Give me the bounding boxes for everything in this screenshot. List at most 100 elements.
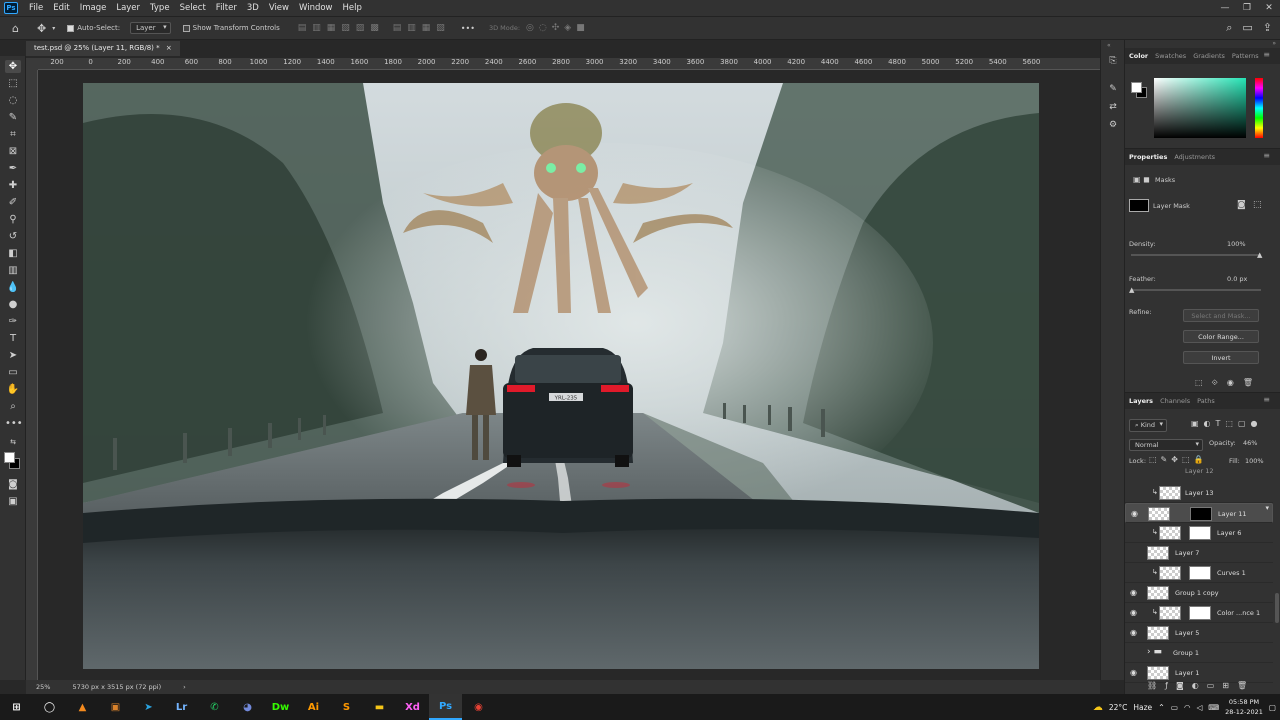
menu-view[interactable]: View — [264, 3, 294, 13]
tab-color[interactable]: Color — [1129, 52, 1148, 60]
chrome-icon[interactable]: ◉ — [462, 694, 495, 720]
file-explorer-icon[interactable]: ▬ — [363, 694, 396, 720]
more-options-button[interactable]: ••• — [461, 24, 475, 33]
foreground-color-swatch[interactable] — [4, 452, 15, 463]
layer-filter-icons[interactable]: ▣◐T⬚▢● — [1191, 419, 1263, 428]
menu-image[interactable]: Image — [75, 3, 112, 13]
layer-mask-thumbnail[interactable] — [1190, 507, 1212, 521]
lock-icons[interactable]: ⬚✎✥⬚🔒 — [1149, 455, 1207, 464]
fill-value[interactable]: 100% — [1245, 457, 1264, 465]
menu-layer[interactable]: Layer — [111, 3, 145, 13]
document-canvas[interactable]: YRL-235 — [83, 83, 1039, 669]
quick-mask-icon[interactable]: ◙ — [5, 478, 21, 491]
photoshop-icon[interactable]: Ps — [429, 694, 462, 720]
density-handle[interactable]: ▲ — [1257, 251, 1262, 259]
align-buttons[interactable]: ▤▥▦▧▨▩ — [298, 23, 385, 33]
layer-row[interactable]: ◉ Group 1 copy — [1125, 583, 1273, 603]
share-icon[interactable]: ⇪ — [1263, 21, 1272, 35]
tab-layers[interactable]: Layers — [1129, 397, 1153, 405]
feather-slider[interactable] — [1131, 289, 1261, 291]
color-panel-menu-icon[interactable]: ≡ — [1263, 50, 1270, 59]
group-folder-icon[interactable]: › ▬ — [1147, 647, 1162, 657]
opacity-value[interactable]: 46% — [1243, 439, 1257, 447]
discord-icon[interactable]: ◕ — [231, 694, 264, 720]
layer-visibility-eye-icon[interactable]: ◉ — [1131, 509, 1138, 518]
select-and-mask-button[interactable]: Select and Mask... — [1183, 309, 1259, 322]
keyboard-icon[interactable]: ⌨ — [1208, 703, 1219, 712]
whatsapp-icon[interactable]: ✆ — [198, 694, 231, 720]
windows-start-icon[interactable]: ⊞ — [0, 694, 33, 720]
menu-help[interactable]: Help — [338, 3, 367, 13]
layer-mask-thumbnail[interactable] — [1189, 606, 1211, 620]
feather-value[interactable]: 0.0 px — [1227, 275, 1247, 283]
tab-adjustments[interactable]: Adjustments — [1174, 153, 1215, 161]
auto-select-option[interactable]: Auto-Select: — [67, 24, 120, 32]
crop-tool-icon[interactable]: ⌗ — [5, 128, 21, 141]
minimize-button[interactable]: — — [1214, 0, 1236, 16]
menu-file[interactable]: File — [24, 3, 48, 13]
home-icon[interactable]: ⌂ — [12, 22, 19, 35]
move-tool-icon[interactable]: ✥ — [5, 60, 21, 73]
notification-icon[interactable]: ▢ — [1269, 703, 1276, 712]
clock[interactable]: 05:58 PM 28-12-2021 — [1225, 697, 1263, 717]
document-tab-close-icon[interactable]: × — [166, 44, 172, 52]
screen-mode-icon[interactable]: ▣ — [5, 495, 21, 508]
move-tool-icon[interactable]: ✥ — [37, 22, 46, 35]
tab-gradients[interactable]: Gradients — [1193, 52, 1225, 60]
mask-actions-icons[interactable]: ⬚⟐◉🗑 — [1195, 378, 1262, 388]
rectangle-tool-icon[interactable]: ▭ — [5, 366, 21, 379]
pen-tool-icon[interactable]: ✑ — [5, 315, 21, 328]
layer-visibility-eye-icon[interactable]: ◉ — [1130, 628, 1137, 637]
show-transform-option[interactable]: Show Transform Controls — [182, 24, 280, 32]
color-range-button[interactable]: Color Range... — [1183, 330, 1259, 343]
zoom-tool-icon[interactable]: ⌕ — [5, 400, 21, 413]
tray-overflow-icon[interactable]: ⌃ — [1158, 703, 1165, 712]
menu-edit[interactable]: Edit — [48, 3, 74, 13]
wifi-icon[interactable]: ◠ — [1184, 703, 1191, 712]
layer-visibility-eye-icon[interactable]: ◉ — [1130, 588, 1137, 597]
menu-window[interactable]: Window — [294, 3, 338, 13]
auto-select-checkbox[interactable] — [67, 24, 75, 32]
menu-filter[interactable]: Filter — [211, 3, 242, 13]
frame-tool-icon[interactable]: ⊠ — [5, 145, 21, 158]
tab-channels[interactable]: Channels — [1160, 397, 1190, 405]
eraser-tool-icon[interactable]: ◧ — [5, 247, 21, 260]
dreamweaver-icon[interactable]: Dw — [264, 694, 297, 720]
status-menu-arrow[interactable]: › — [183, 683, 186, 691]
history-brush-tool-icon[interactable]: ↺ — [5, 230, 21, 243]
layer-row[interactable]: ↳ Layer 6 — [1125, 523, 1273, 543]
telegram-icon[interactable]: ➤ — [132, 694, 165, 720]
feather-handle[interactable]: ▲ — [1129, 286, 1134, 294]
illustrator-icon[interactable]: Ai — [297, 694, 330, 720]
layer-row[interactable]: ↳ Layer 13 — [1125, 483, 1273, 503]
eyedropper-tool-icon[interactable]: ✒ — [5, 162, 21, 175]
blend-mode-dropdown[interactable]: Normal — [1129, 439, 1203, 451]
layer-row[interactable]: ◉ ↳ Color ...nce 1 — [1125, 603, 1273, 623]
edit-toolbar-icon[interactable]: ••• — [5, 417, 23, 430]
auto-select-target-dropdown[interactable]: Layer — [130, 22, 171, 34]
lightroom-icon[interactable]: Lr — [165, 694, 198, 720]
dodge-tool-icon[interactable]: ● — [5, 298, 21, 311]
tool-preset-chevron-icon[interactable]: ▾ — [52, 25, 55, 32]
blur-tool-icon[interactable]: 💧 — [5, 281, 21, 294]
search-circle-icon[interactable]: ◯ — [33, 694, 66, 720]
history-icon[interactable]: ⎘ — [1106, 56, 1120, 70]
weather-condition[interactable]: Haze — [1133, 703, 1152, 712]
layer-visibility-eye-icon[interactable]: ◉ — [1130, 668, 1137, 677]
menu-3d[interactable]: 3D — [242, 3, 264, 13]
hue-slider[interactable] — [1255, 78, 1263, 138]
layer-filter-dropdown[interactable]: ⌕ Kind — [1129, 419, 1167, 432]
layer-row[interactable]: ◉ Layer 11 — [1125, 503, 1273, 523]
brush-settings-icon[interactable]: ✎ — [1106, 84, 1120, 98]
restore-button[interactable]: ❐ — [1236, 0, 1258, 16]
layer-row[interactable]: ↳ Curves 1 — [1125, 563, 1273, 583]
tab-patterns[interactable]: Patterns — [1232, 52, 1259, 60]
marquee-tool-icon[interactable]: ⬚ — [5, 77, 21, 90]
healing-brush-tool-icon[interactable]: ✚ — [5, 179, 21, 192]
layers-menu-icon[interactable]: ≡ — [1263, 395, 1270, 404]
layer-row[interactable]: › ▬ Group 1 — [1125, 643, 1273, 663]
layer-row[interactable]: ◉ Layer 1 — [1125, 663, 1273, 683]
collapse-icon[interactable]: « — [1107, 42, 1111, 49]
layer-bottom-icons[interactable]: ⛓ƒ◙◐▭⊞🗑 — [1147, 681, 1255, 690]
properties-menu-icon[interactable]: ≡ — [1263, 151, 1270, 160]
